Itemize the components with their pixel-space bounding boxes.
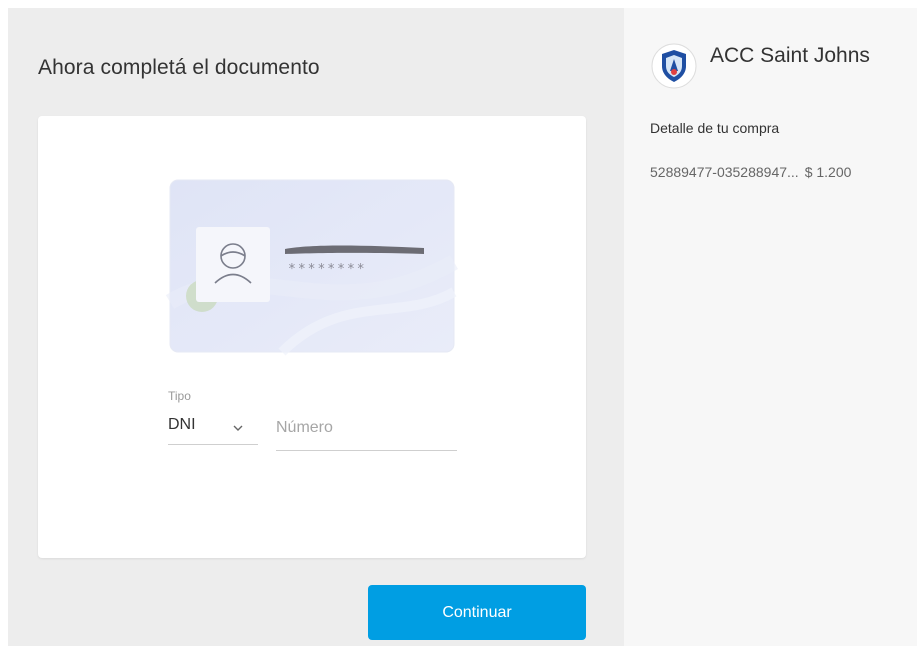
main-panel: Ahora completá el documento ******** Tip <box>8 8 624 646</box>
page-title: Ahora completá el documento <box>38 56 320 79</box>
chevron-down-icon <box>233 425 243 431</box>
type-label: Tipo <box>168 389 191 403</box>
purchase-summary-panel: ACC Saint Johns Detalle de tu compra 528… <box>624 8 917 646</box>
purchase-item-description: 52889477-035288947... <box>650 164 799 180</box>
purchase-item: 52889477-035288947... $ 1.200 <box>650 164 910 180</box>
store-name: ACC Saint Johns <box>710 44 870 67</box>
purchase-item-price: $ 1.200 <box>804 164 852 180</box>
continue-button[interactable]: Continuar <box>368 585 586 640</box>
document-number-input[interactable] <box>276 412 457 451</box>
shield-icon <box>651 43 697 89</box>
document-type-value: DNI <box>168 416 196 433</box>
purchase-detail-title: Detalle de tu compra <box>650 120 780 136</box>
masked-document-number: ******** <box>288 262 367 277</box>
document-type-select[interactable]: DNI <box>168 414 258 445</box>
document-card: ******** Tipo DNI <box>38 116 586 558</box>
